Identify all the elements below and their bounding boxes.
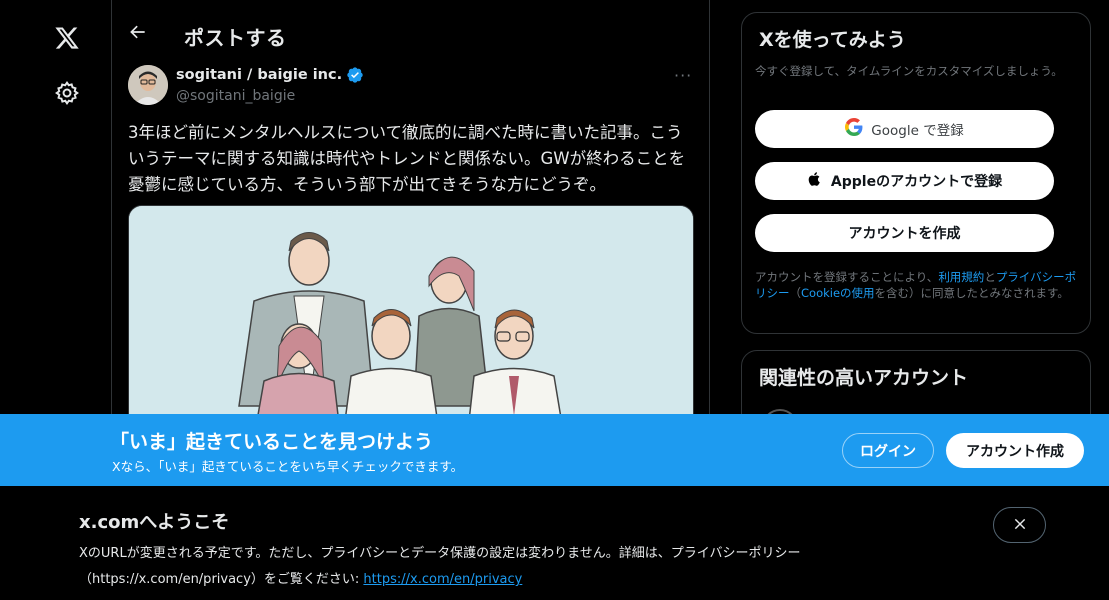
welcome-notice: x.comへようこそ XのURLが変更される予定です。ただし、プライバシーとデー… <box>0 486 1109 600</box>
notice-title: x.comへようこそ <box>79 512 230 533</box>
banner-signup-button[interactable]: アカウント作成 <box>946 433 1084 468</box>
apple-icon <box>807 170 823 192</box>
terms-mid2: （ <box>789 286 802 300</box>
terms-pre: アカウントを登録することにより、 <box>755 270 939 284</box>
gear-icon[interactable] <box>54 80 80 106</box>
create-account-button[interactable]: アカウントを作成 <box>755 214 1054 252</box>
signup-card: Xを使ってみよう 今すぐ登録して、タイムラインをカスタマイズしましょう。 Goo… <box>741 12 1091 334</box>
verified-badge-icon <box>346 66 364 84</box>
close-icon <box>1013 516 1027 535</box>
signup-title: Xを使ってみよう <box>759 29 906 51</box>
privacy-url-link[interactable]: https://x.com/en/privacy <box>363 572 522 587</box>
google-icon <box>845 118 863 140</box>
x-logo-icon[interactable] <box>51 22 83 54</box>
terms-text: アカウントを登録することにより、利用規約とプライバシーポリシー（Cookieの使… <box>755 269 1085 301</box>
terms-link[interactable]: 利用規約 <box>938 270 984 284</box>
page-header: ポストする <box>112 0 710 60</box>
terms-post: を含む）に同意したとみなされます。 <box>874 286 1069 300</box>
more-options-icon[interactable]: ··· <box>674 66 694 86</box>
create-account-label: アカウントを作成 <box>848 226 961 242</box>
apple-signup-label: Appleのアカウントで登録 <box>830 174 1003 190</box>
google-signup-button[interactable]: Google で登録 <box>755 110 1054 148</box>
back-arrow-icon[interactable] <box>128 22 148 42</box>
page-title: ポストする <box>184 26 287 50</box>
banner-title: 「いま」起きていることを見つけよう <box>110 431 434 453</box>
banner-subtitle: Xなら、「いま」起きていることをいち早くチェックできます。 <box>112 459 464 474</box>
author-name[interactable]: sogitani / baigie inc. <box>176 66 364 84</box>
signup-banner: 「いま」起きていることを見つけよう Xなら、「いま」起きていることをいち早くチェ… <box>0 414 1109 486</box>
author-name-text[interactable]: sogitani / baigie inc. <box>176 67 342 83</box>
google-signup-label: Google で登録 <box>871 123 964 139</box>
signup-subtitle: 今すぐ登録して、タイムラインをカスタマイズしましょう。 <box>755 64 1063 78</box>
close-button[interactable] <box>993 507 1046 543</box>
author-handle[interactable]: @sogitani_baigie <box>176 88 295 104</box>
avatar[interactable] <box>128 65 168 105</box>
post-text: 3年ほど前にメンタルヘルスについて徹底的に調べた時に書いた記事。こういうテーマに… <box>128 123 686 194</box>
related-accounts-title: 関連性の高いアカウント <box>759 367 969 389</box>
apple-signup-button[interactable]: Appleのアカウントで登録 <box>755 162 1054 200</box>
terms-mid1: と <box>984 270 996 284</box>
login-button[interactable]: ログイン <box>842 433 934 468</box>
notice-body: XのURLが変更される予定です。ただし、プライバシーとデータ保護の設定は変わりま… <box>79 541 949 593</box>
cookie-use-link[interactable]: Cookieの使用 <box>801 286 875 300</box>
